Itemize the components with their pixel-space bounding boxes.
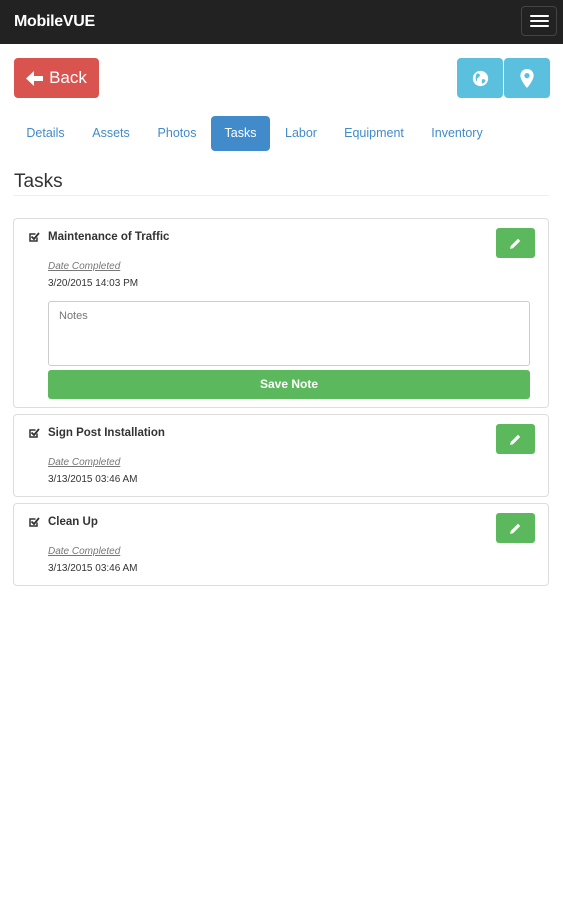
task-name: Sign Post Installation (48, 427, 165, 439)
date-completed-value: 3/20/2015 14:03 PM (48, 278, 139, 289)
pencil-icon (510, 434, 521, 445)
task-name: Clean Up (48, 516, 98, 528)
tab-photos[interactable]: Photos (146, 116, 208, 151)
edit-task-button[interactable] (496, 424, 535, 454)
navbar: MobileVUE (0, 0, 563, 44)
edit-task-button[interactable] (496, 513, 535, 543)
back-button[interactable]: Back (14, 58, 99, 98)
date-completed-value: 3/13/2015 03:46 AM (48, 474, 138, 485)
task-name: Maintenance of Traffic (48, 231, 170, 243)
tab-labor[interactable]: Labor (273, 116, 329, 151)
date-completed-label: Date Completed (48, 261, 121, 272)
check-square-icon (29, 232, 40, 242)
menu-icon-bar (530, 25, 549, 27)
pencil-icon (510, 238, 521, 249)
title-divider (14, 195, 549, 196)
back-button-label: Back (49, 68, 87, 87)
menu-icon-bar (530, 15, 549, 17)
check-square-icon (29, 428, 40, 438)
tab-equipment[interactable]: Equipment (334, 116, 414, 151)
date-completed-value: 3/13/2015 03:46 AM (48, 563, 138, 574)
tab-details[interactable]: Details (14, 116, 77, 151)
task-card: Sign Post Installation Date Completed 3/… (13, 414, 549, 497)
save-note-button[interactable]: Save Note (48, 370, 530, 399)
map-marker-icon (520, 68, 534, 88)
globe-button[interactable] (457, 58, 503, 98)
pencil-icon (510, 523, 521, 534)
tab-tasks[interactable]: Tasks (211, 116, 270, 151)
edit-task-button[interactable] (496, 228, 535, 258)
notes-textarea[interactable] (48, 301, 530, 366)
date-completed-label: Date Completed (48, 546, 121, 557)
task-card: Clean Up Date Completed 3/13/2015 03:46 … (13, 503, 549, 586)
task-card: Maintenance of Traffic Date Completed 3/… (13, 218, 549, 408)
tab-assets[interactable]: Assets (80, 116, 142, 151)
date-completed-label: Date Completed (48, 457, 121, 468)
menu-icon-bar (530, 20, 549, 22)
location-button[interactable] (504, 58, 550, 98)
page-title: Tasks (14, 171, 63, 192)
app-brand[interactable]: MobileVUE (14, 13, 95, 31)
globe-icon (472, 70, 488, 86)
hamburger-menu-button[interactable] (521, 6, 557, 36)
tab-inventory[interactable]: Inventory (419, 116, 495, 151)
arrow-left-icon (26, 70, 44, 86)
check-square-icon (29, 517, 40, 527)
